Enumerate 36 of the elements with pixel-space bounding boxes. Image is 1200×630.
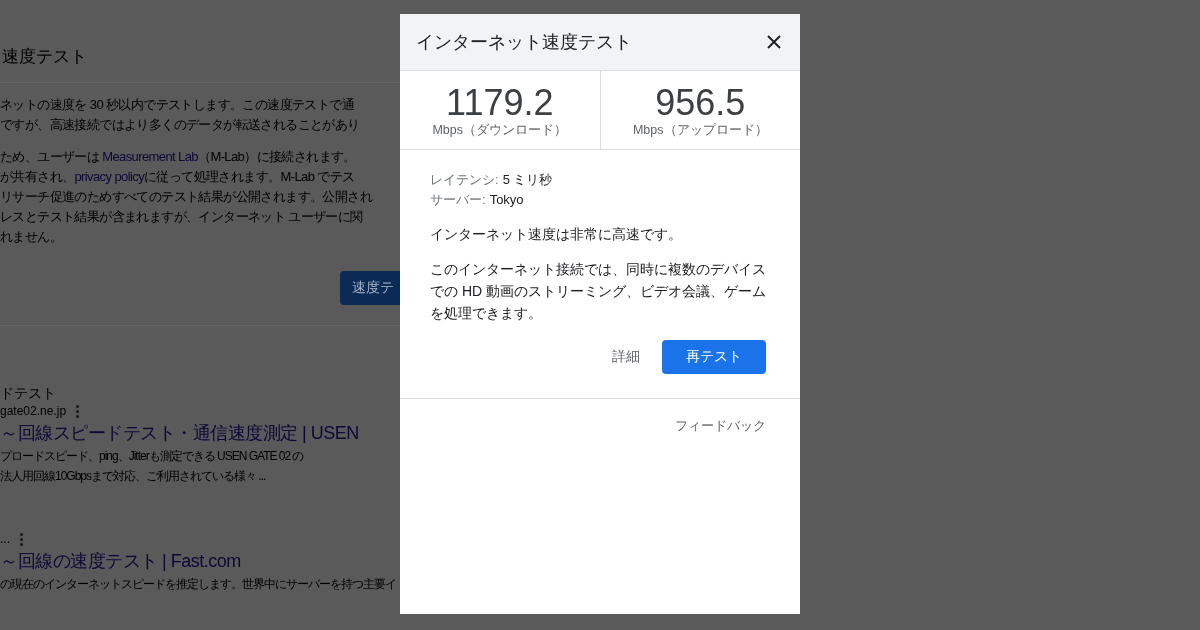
details-button[interactable]: 詳細 bbox=[612, 348, 640, 366]
paragraph-line: ネットの速度を 30 秒以内でテストします。この速度テストで通 bbox=[0, 96, 356, 114]
detail-label: レイテンシ: bbox=[430, 171, 499, 189]
close-icon bbox=[767, 35, 781, 49]
paragraph-line: リサーチ促進のためすべてのテスト結果が公開されます。公開され bbox=[0, 188, 374, 206]
description-text: このインターネット接続では、同時に複数のデバイスでの HD 動画のストリーミング、ビデオ会議、ゲームを処理できます。 bbox=[430, 260, 766, 323]
summary-text: インターネット速度は非常に高速です。 bbox=[430, 225, 683, 244]
paragraph-line: が共有され、privacy policyに従って処理されます。M-Lab でテス bbox=[0, 168, 356, 186]
detail-value: 5 ミリ秒 bbox=[502, 171, 553, 189]
speed-unit: Mbps（アップロード） bbox=[632, 122, 768, 139]
detail-value: Tokyo bbox=[489, 191, 524, 209]
speed-value: 1179.2 bbox=[446, 85, 554, 121]
result-url: ... bbox=[0, 532, 10, 546]
speed-test-button[interactable]: 速度テ bbox=[340, 271, 400, 305]
feedback-link[interactable]: フィードバック bbox=[675, 417, 766, 435]
result-title-link[interactable]: ～回線の速度テスト | Fast.com bbox=[0, 548, 392, 574]
detail-label: サーバー: bbox=[430, 191, 486, 209]
paragraph-line: れません。 bbox=[0, 228, 63, 246]
more-icon[interactable] bbox=[76, 404, 80, 418]
result-title-link[interactable]: ～回線スピードテスト・通信速度測定 | USEN bbox=[0, 420, 392, 446]
more-icon[interactable] bbox=[20, 532, 23, 546]
site-name: ドテスト bbox=[0, 384, 57, 402]
result-snippet: プロードスピード、ping、Jitterも測定できる USEN GATE 02 の bbox=[0, 448, 305, 465]
speed-value: 956.5 bbox=[655, 85, 746, 121]
paragraph-line: ため、ユーザーは Measurement Lab（M-Lab）に接続されます。 bbox=[0, 148, 357, 166]
paragraph-line: ですが、高速接続ではより多くのデータが転送されることがあり bbox=[0, 116, 361, 134]
paragraph-line: レスとテスト結果が含まれますが、インターネット ユーザーに関 bbox=[0, 208, 364, 226]
text-link[interactable]: privacy policy bbox=[74, 169, 145, 184]
text-link[interactable]: Measurement Lab bbox=[102, 149, 198, 164]
result-url: gate02.ne.jp bbox=[0, 404, 67, 418]
close-button[interactable] bbox=[766, 34, 782, 50]
dialog-title: インターネット速度テスト bbox=[416, 31, 632, 54]
result-snippet: 法人用回線10Gbpsまで対応、ご利用されている様々 ... bbox=[0, 468, 267, 485]
section-heading: 速度テスト bbox=[1, 46, 88, 68]
retest-button[interactable]: 再テスト bbox=[662, 340, 766, 374]
speed-unit: Mbps（ダウンロード） bbox=[432, 122, 568, 139]
